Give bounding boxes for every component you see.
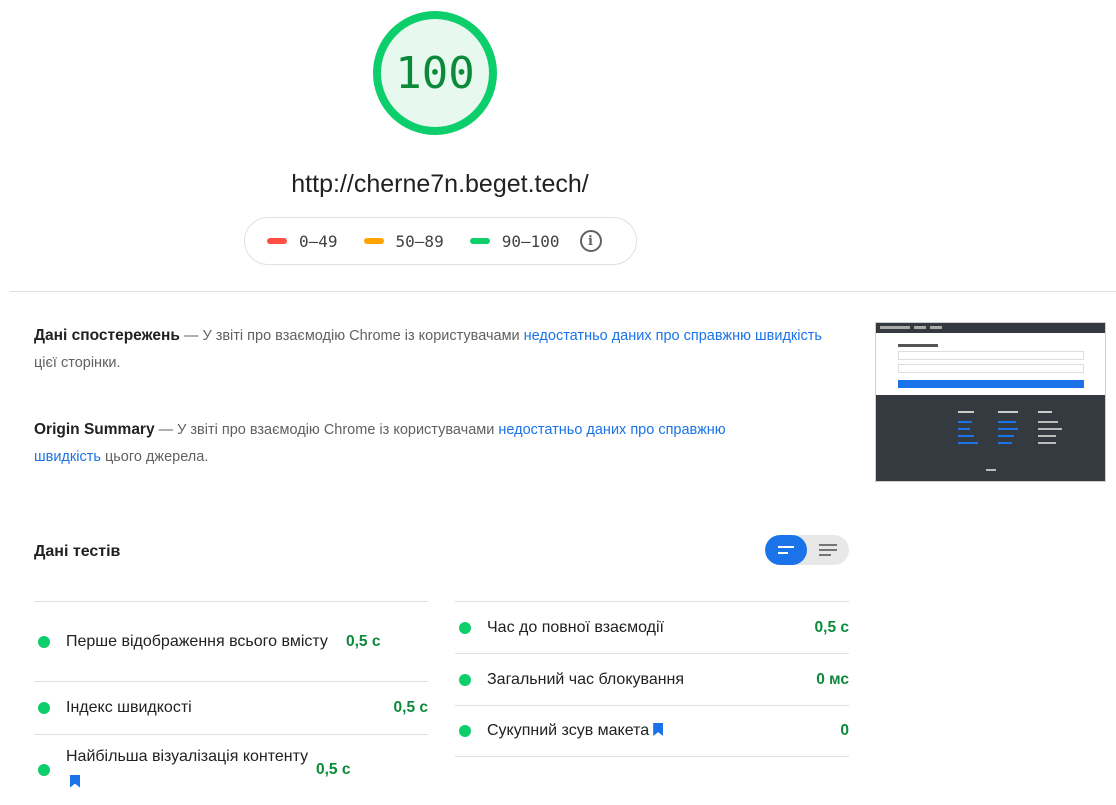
metrics-right-column: Час до повної взаємодії 0,5 с Загальний … [455,601,849,757]
metric-label: Найбільша візуалізація контенту [66,744,316,796]
origin-summary-title: Origin Summary [34,421,155,438]
compact-view-button[interactable] [765,535,807,565]
pass-dot-icon [38,763,50,776]
expanded-view-icon [819,544,837,556]
thumb-input-2 [898,364,1084,373]
legend-fail-bar [267,238,287,244]
metric-value: 0 [840,722,849,739]
view-toggle[interactable] [765,535,849,565]
tested-url: http://cherne7n.beget.tech/ [291,170,589,198]
legend-item-fail: 0–49 [267,232,338,251]
thumb-navbar [876,323,1105,333]
metric-label-text: Сукупний зсув макета [487,722,650,739]
pass-dot-icon [459,725,471,737]
legend-fail-label: 0–49 [299,231,338,251]
origin-summary-section: Origin Summary — У звіті про взаємодію C… [34,416,774,471]
legend-pass-label: 90–100 [501,231,560,251]
bookmark-icon [70,774,80,788]
origin-summary-text-end: цього джерела. [100,449,209,465]
metric-value: 0,5 с [316,760,351,778]
metric-row: Загальний час блокування 0 мс [455,653,849,705]
pass-dot-icon [459,673,471,686]
field-data-section: Дані спостережень — У звіті про взаємоді… [34,322,824,377]
metric-label-text: Найбільша візуалізація контенту [66,747,309,765]
pass-dot-icon [38,635,50,648]
metric-value: 0,5 с [814,618,849,636]
metric-value: 0,5 с [346,632,381,650]
thumb-footer [876,395,1105,481]
expanded-view-button[interactable] [807,535,849,565]
score-legend: 0–49 50–89 90–100 i [244,217,637,265]
metrics-left-column: Перше відображення всього вмісту 0,5 с І… [34,601,428,804]
metric-value: 0 мс [816,670,849,688]
metric-value: 0,5 с [393,699,428,716]
legend-item-pass: 90–100 [469,231,560,251]
score-value: 100 [395,47,475,99]
thumb-form-title [898,344,938,347]
metric-row: Сукупний зсув макета 0 [455,705,849,757]
lab-data-title: Дані тестів [34,543,121,560]
metric-row: Індекс швидкості 0,5 с [34,681,428,734]
compact-view-icon [778,546,794,554]
field-data-text: — У звіті про взаємодію Chrome із корист… [179,328,524,344]
section-divider [10,291,1116,292]
thumb-submit-button [898,380,1084,388]
metric-row: Перше відображення всього вмісту 0,5 с [34,601,428,681]
legend-average-bar [363,238,384,244]
bookmark-icon [653,723,664,736]
legend-pass-bar [469,238,490,244]
thumb-input-1 [898,351,1084,360]
metric-label: Перше відображення всього вмісту [66,632,328,650]
origin-summary-text: — У звіті про взаємодію Chrome із корист… [154,422,499,438]
legend-average-label: 50–89 [395,231,444,251]
page-screenshot-thumbnail[interactable] [875,322,1106,482]
metric-row: Найбільша візуалізація контенту 0,5 с [34,734,428,804]
metric-label: Індекс швидкості [66,699,192,716]
info-icon[interactable]: i [579,230,602,252]
field-data-text-end: цієї сторінки. [34,355,121,371]
pass-dot-icon [38,702,50,714]
metric-label: Час до повної взаємодії [487,618,664,636]
field-data-title: Дані спостережень [34,327,180,344]
performance-score-gauge[interactable]: 100 [372,10,498,136]
metric-label: Сукупний зсув макета [487,718,840,744]
pass-dot-icon [459,621,471,634]
metric-label: Загальний час блокування [487,670,685,688]
metric-row: Час до повної взаємодії 0,5 с [455,601,849,653]
report-page: 100 http://cherne7n.beget.tech/ 0–49 50–… [0,0,1116,805]
field-data-link[interactable]: недостатньо даних про справжню швидкість [524,328,822,344]
legend-item-average: 50–89 [363,231,444,251]
